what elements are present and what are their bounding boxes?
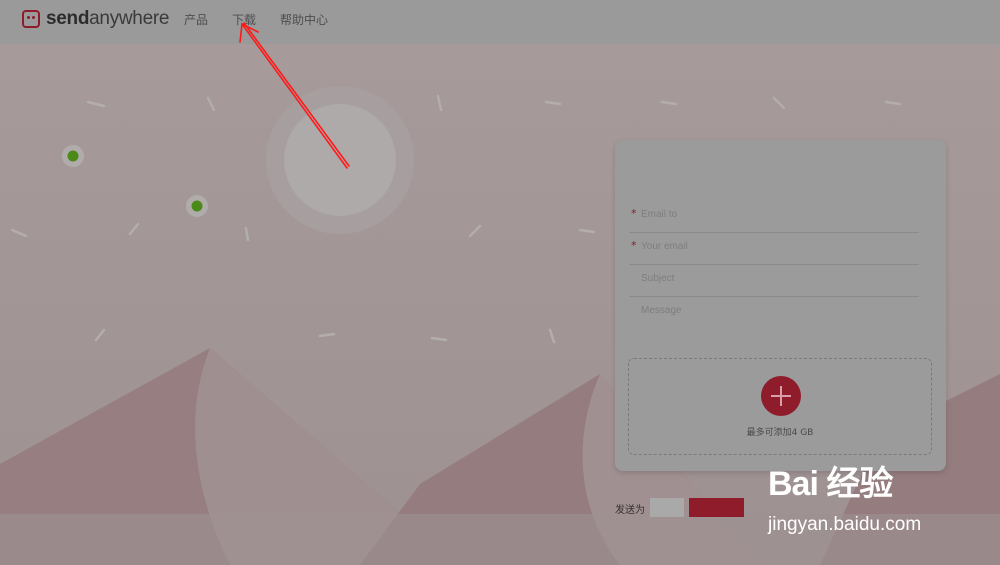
send-form-card: * Email to * Your email Subject Message … bbox=[615, 140, 946, 471]
top-header: sendanywhere 产品 下载 帮助中心 bbox=[0, 0, 1000, 44]
watermark-logo: Bai 经验 bbox=[768, 465, 893, 503]
file-size-limit-text: 最多可添加4 GB bbox=[746, 428, 814, 438]
email-to-placeholder: Email to bbox=[641, 209, 678, 220]
your-email-placeholder: Your email bbox=[641, 241, 688, 252]
send-as-label: 发送为 bbox=[615, 505, 645, 516]
add-file-button[interactable] bbox=[761, 376, 801, 416]
green-dot bbox=[67, 150, 79, 162]
send-button[interactable] bbox=[689, 498, 744, 517]
message-placeholder: Message bbox=[641, 305, 682, 316]
green-dot bbox=[191, 200, 203, 212]
watermark-url: jingyan.baidu.com bbox=[768, 514, 922, 535]
baidu-jingyan-watermark: Bai 经验 jingyan.baidu.com bbox=[768, 456, 958, 548]
nav-item-download[interactable]: 下载 bbox=[232, 11, 256, 28]
message-field[interactable]: Message bbox=[629, 296, 919, 346]
required-mark: * bbox=[631, 239, 637, 252]
logo-text: sendanywhere bbox=[46, 8, 170, 29]
subject-placeholder: Subject bbox=[641, 273, 675, 284]
subject-field[interactable]: Subject bbox=[629, 264, 919, 297]
email-to-field[interactable]: * Email to bbox=[629, 200, 919, 233]
nav-item-help-center[interactable]: 帮助中心 bbox=[280, 11, 328, 28]
sendanywhere-logo[interactable]: sendanywhere bbox=[22, 8, 169, 30]
required-mark: * bbox=[631, 207, 637, 220]
file-drop-zone[interactable]: 最多可添加4 GB bbox=[628, 358, 932, 455]
sun bbox=[284, 104, 396, 216]
main-nav: 产品 下载 帮助中心 bbox=[184, 11, 328, 28]
logo-icon bbox=[22, 10, 40, 28]
nav-item-products[interactable]: 产品 bbox=[184, 11, 208, 28]
send-mode-toggle[interactable] bbox=[650, 498, 684, 517]
your-email-field[interactable]: * Your email bbox=[629, 232, 919, 265]
